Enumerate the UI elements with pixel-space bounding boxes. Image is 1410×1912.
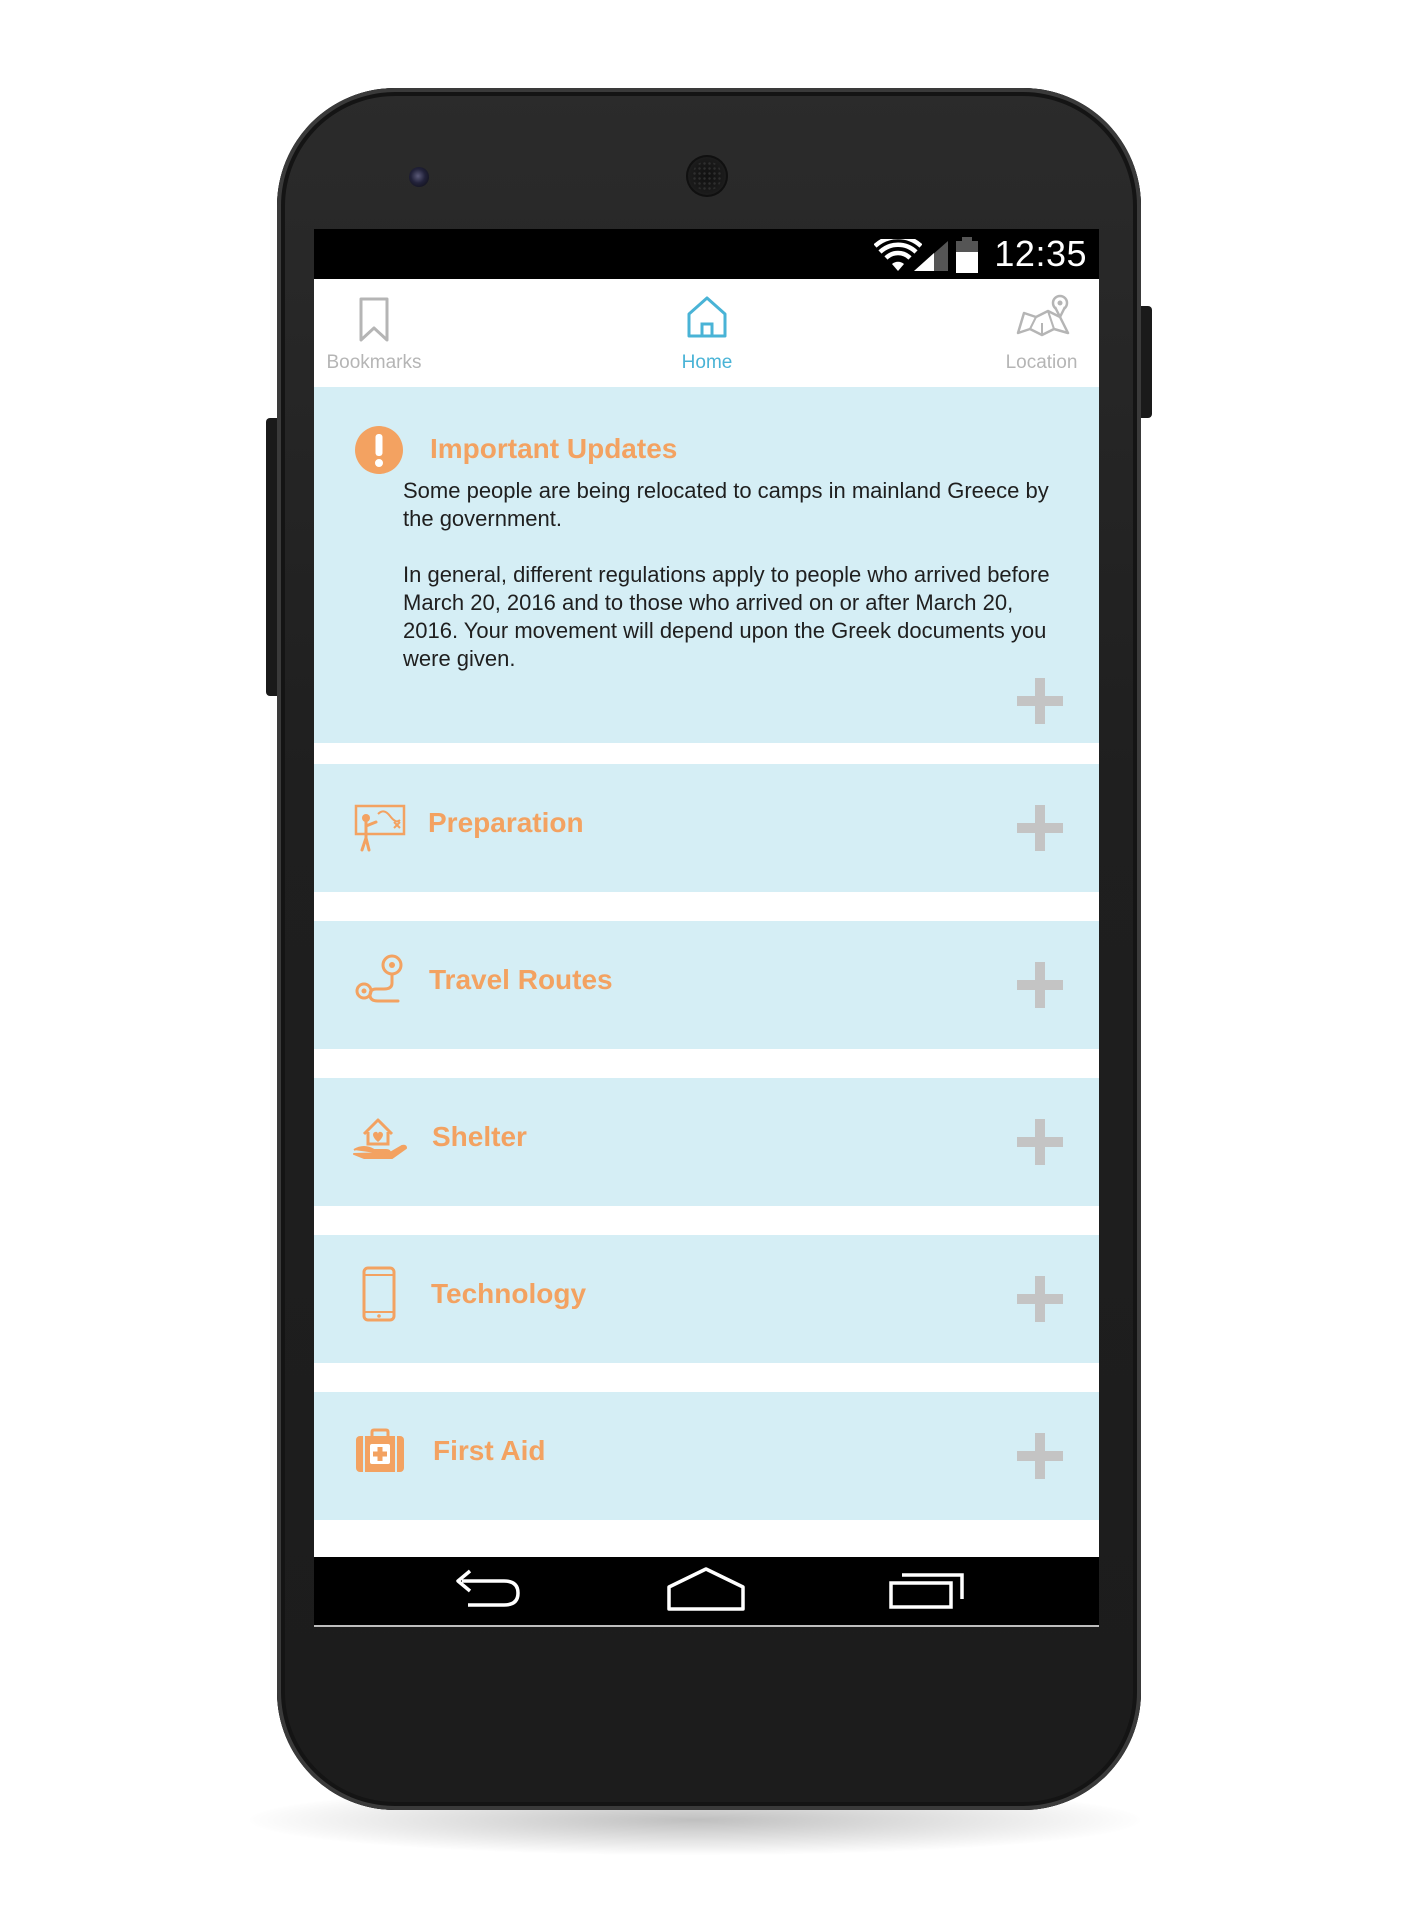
section-technology[interactable]: Technology [314, 1235, 1099, 1363]
section-title: Travel Routes [429, 964, 613, 995]
first-aid-kit-icon [356, 1428, 404, 1472]
nav-bookmarks[interactable]: Bookmarks [314, 279, 434, 387]
battery-icon [956, 237, 978, 273]
nav-label-bookmarks: Bookmarks [326, 352, 422, 373]
expand-shelter-button[interactable] [1017, 1119, 1063, 1165]
section-title: First Aid [433, 1435, 546, 1466]
expand-preparation-button[interactable] [1017, 805, 1063, 851]
route-icon [355, 954, 403, 1003]
back-icon[interactable] [448, 1567, 524, 1615]
updates-body: Some people are being relocated to camps… [403, 477, 1063, 701]
nav-label-location: Location [1005, 352, 1078, 373]
home-outline-icon[interactable] [665, 1565, 747, 1615]
speaker-grille [692, 161, 722, 191]
important-updates-title: Important Updates [430, 433, 678, 464]
important-updates-card: Important Updates Some people are being … [314, 387, 1099, 743]
front-camera [409, 167, 429, 187]
section-first-aid[interactable]: First Aid [314, 1392, 1099, 1520]
section-title: Technology [431, 1278, 587, 1309]
teacher-board-icon [354, 804, 406, 852]
section-travel-routes[interactable]: Travel Routes [314, 921, 1099, 1049]
recent-apps-icon[interactable] [888, 1565, 968, 1613]
system-navigation-bar [314, 1557, 1099, 1627]
expand-updates-button[interactable] [1017, 678, 1063, 724]
exclamation-icon [355, 426, 403, 474]
updates-paragraph: In general, different regulations apply … [403, 562, 1050, 671]
nav-location[interactable]: Location [984, 279, 1099, 387]
screen: 12:35 Bookmarks Home Location Important … [314, 229, 1099, 1627]
signal-icon [914, 241, 948, 271]
nav-label-home: Home [681, 352, 733, 373]
status-bar: 12:35 [314, 229, 1099, 279]
status-time: 12:35 [994, 233, 1087, 274]
smartphone-icon [362, 1266, 396, 1322]
expand-technology-button[interactable] [1017, 1276, 1063, 1322]
expand-travel-routes-button[interactable] [1017, 962, 1063, 1008]
section-preparation[interactable]: Preparation [314, 764, 1099, 892]
bookmark-icon [359, 297, 389, 342]
section-title: Preparation [428, 807, 584, 838]
map-pin-icon [1016, 294, 1070, 337]
expand-first-aid-button[interactable] [1017, 1433, 1063, 1479]
section-shelter[interactable]: Shelter [314, 1078, 1099, 1206]
top-navigation: Bookmarks Home Location [314, 279, 1099, 387]
updates-paragraph: Some people are being relocated to camps… [403, 478, 1049, 531]
section-title: Shelter [432, 1121, 527, 1152]
content-list: Important Updates Some people are being … [314, 387, 1099, 1557]
home-icon [687, 296, 727, 338]
nav-home[interactable]: Home [639, 279, 775, 387]
screen-bottom-edge [314, 1625, 1099, 1627]
hand-house-icon [353, 1118, 407, 1159]
